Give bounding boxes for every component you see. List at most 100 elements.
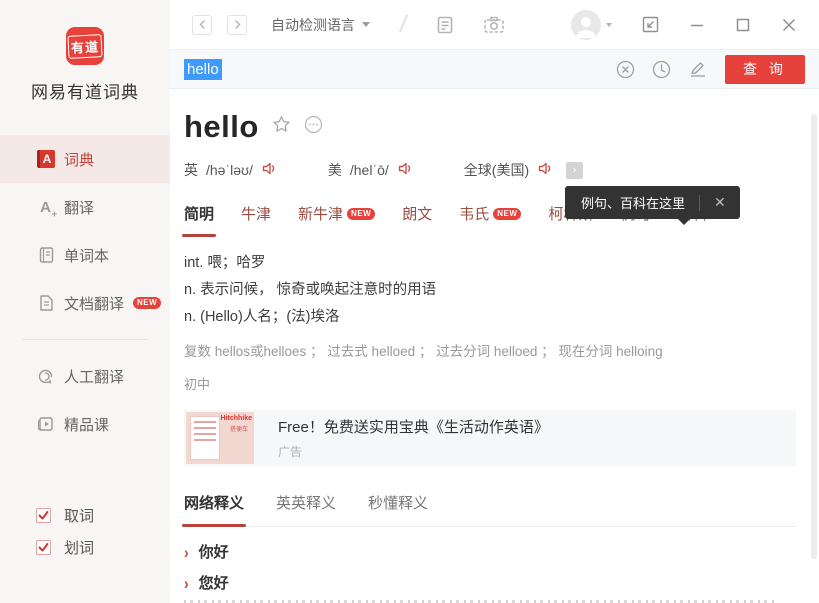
tooltip-close-icon[interactable]: ✕ <box>710 192 730 213</box>
close-button[interactable] <box>781 17 797 33</box>
sidebar-item-premium-course[interactable]: 精品课 <box>0 400 170 448</box>
minimize-button[interactable] <box>689 17 705 33</box>
pron-region: 英 <box>184 160 198 180</box>
more-options-icon[interactable] <box>304 115 323 139</box>
tab-concise[interactable]: 简明 <box>184 203 214 226</box>
tooltip-text: 例句、百科在这里 <box>581 193 685 212</box>
sidebar-item-label: 词典 <box>64 149 94 170</box>
pronunciation-uk: 英 /həˈləʊ/ <box>184 160 278 180</box>
sidebar-item-label: 翻译 <box>64 197 94 218</box>
list-item[interactable]: › 您好 <box>184 567 819 598</box>
checkbox-checked-icon[interactable] <box>36 540 51 555</box>
scrollbar-thumb[interactable] <box>811 114 817 559</box>
pron-ipa: /həˈləʊ/ <box>206 162 253 178</box>
wordbook-icon <box>36 246 55 265</box>
ad-thumb-brand: Hitchhike <box>220 415 252 422</box>
translate-icon: A+ <box>36 198 55 217</box>
tab-quick-definitions[interactable]: 秒懂释义 <box>368 492 428 513</box>
main-panel: 自动检测语言 / <box>170 0 819 603</box>
more-accents-chevron-icon[interactable]: › <box>566 162 583 179</box>
new-badge: NEW <box>493 208 521 220</box>
list-item[interactable]: › 你好 <box>184 536 819 567</box>
tab-label: 牛津 <box>241 203 271 224</box>
tab-webster[interactable]: 韦氏 NEW <box>459 203 521 226</box>
ad-banner[interactable]: Hitchhike 搭便车 Free！免费送实用宝典《生活动作英语》 广告 <box>184 410 796 466</box>
tab-label: 新牛津 <box>298 203 343 224</box>
sidebar-item-label: 精品课 <box>64 414 109 435</box>
chevron-right-icon <box>233 19 242 30</box>
language-selector[interactable]: 自动检测语言 <box>271 15 370 35</box>
speaker-icon[interactable] <box>261 160 278 180</box>
back-button[interactable] <box>192 15 212 35</box>
tab-label: 韦氏 <box>459 203 489 224</box>
ad-title: Free！免费送实用宝典《生活动作英语》 <box>278 416 549 437</box>
chevron-right-icon: › <box>184 542 189 561</box>
sidebar-item-label: 文档翻译 <box>64 293 124 314</box>
pron-region: 美 <box>328 160 342 180</box>
history-clock-icon[interactable] <box>652 60 671 79</box>
sidebar-item-label: 人工翻译 <box>64 366 124 387</box>
speaker-icon[interactable] <box>537 160 554 180</box>
tab-label: 朗文 <box>402 203 432 224</box>
maximize-button[interactable] <box>735 17 751 33</box>
sidebar-item-doc-translate[interactable]: 文档翻译 NEW <box>0 279 170 327</box>
sidebar-item-translate[interactable]: A+ 翻译 <box>0 183 170 231</box>
web-definition-list: › 你好 › 您好 <box>184 536 819 603</box>
search-button[interactable]: 查 询 <box>725 55 805 84</box>
tab-new-oxford[interactable]: 新牛津 NEW <box>298 203 375 226</box>
tab-label: 简明 <box>184 203 214 224</box>
tab-web-definitions[interactable]: 网络释义 <box>184 492 244 513</box>
word-forms: 复数 hellos或helloes ； 过去式 helloed ； 过去分词 h… <box>184 340 819 360</box>
account-menu[interactable] <box>571 10 612 40</box>
language-selector-value: 自动检测语言 <box>271 15 355 35</box>
screenshot-camera-icon[interactable] <box>483 15 505 35</box>
tab-oxford[interactable]: 牛津 <box>241 203 271 226</box>
pronunciation-us: 美 /helˈō/ <box>328 160 414 180</box>
tab-longman[interactable]: 朗文 <box>402 203 432 226</box>
sidebar-item-wordbook[interactable]: 单词本 <box>0 231 170 279</box>
toggle-word-capture[interactable]: 取词 <box>36 499 170 531</box>
chevron-right-icon: › <box>184 573 189 592</box>
chevron-down-icon <box>606 23 612 27</box>
logo-text: 有道 <box>67 34 102 59</box>
list-item-label: 你好 <box>199 541 229 562</box>
pron-region: 全球(美国) <box>464 160 529 180</box>
new-badge: NEW <box>347 208 375 220</box>
list-item-label: 您好 <box>199 572 229 593</box>
human-translate-icon <box>36 367 55 386</box>
tooltip-divider <box>699 195 700 211</box>
definitions: int. 喂；哈罗 n. 表示问候， 惊奇或唤起注意时的用语 n. (Hello… <box>184 250 819 331</box>
clear-search-icon[interactable] <box>616 60 635 79</box>
school-level-tag: 初中 <box>184 374 819 393</box>
chevron-left-icon <box>198 19 207 30</box>
compact-mode-icon[interactable] <box>642 16 659 33</box>
sidebar-item-dictionary[interactable]: A 词典 <box>0 135 170 183</box>
document-icon <box>36 294 55 313</box>
toggle-word-select[interactable]: 划词 <box>36 531 170 563</box>
headword: hello <box>184 109 259 145</box>
definition-line: int. 喂；哈罗 <box>184 250 819 277</box>
search-bar[interactable]: hello 查 询 <box>170 49 819 89</box>
pronunciation-global: 全球(美国) › <box>464 160 583 180</box>
pronunciation-row: 英 /həˈləʊ/ 美 /helˈō/ 全球(美国) <box>184 160 819 180</box>
tab-english-definitions[interactable]: 英英释义 <box>276 492 336 513</box>
logo-area: 有道 网易有道词典 <box>0 0 170 103</box>
dictionary-content: hello 英 /həˈləʊ/ 美 <box>170 89 819 603</box>
speaker-icon[interactable] <box>397 160 414 180</box>
favorite-star-icon[interactable] <box>272 115 291 139</box>
checkbox-checked-icon[interactable] <box>36 508 51 523</box>
sidebar: 有道 网易有道词典 A 词典 A+ 翻译 单词本 文档翻译 <box>0 0 170 603</box>
search-input[interactable]: hello <box>184 59 222 80</box>
app-title: 网易有道词典 <box>0 78 170 103</box>
dictionary-icon: A <box>36 150 55 169</box>
doc-translate-icon[interactable] <box>435 15 455 35</box>
youdao-logo-icon: 有道 <box>66 27 104 65</box>
sidebar-toggles: 取词 划词 <box>0 499 170 603</box>
sidebar-nav: A 词典 A+ 翻译 单词本 文档翻译 NEW <box>0 135 170 448</box>
handwriting-icon[interactable] <box>688 60 708 79</box>
avatar[interactable] <box>571 10 601 40</box>
forward-button[interactable] <box>227 15 247 35</box>
definition-line: n. (Hello)人名；(法)埃洛 <box>184 304 819 331</box>
sidebar-item-human-translate[interactable]: 人工翻译 <box>0 352 170 400</box>
app-window: 有道 网易有道词典 A 词典 A+ 翻译 单词本 文档翻译 <box>0 0 819 603</box>
